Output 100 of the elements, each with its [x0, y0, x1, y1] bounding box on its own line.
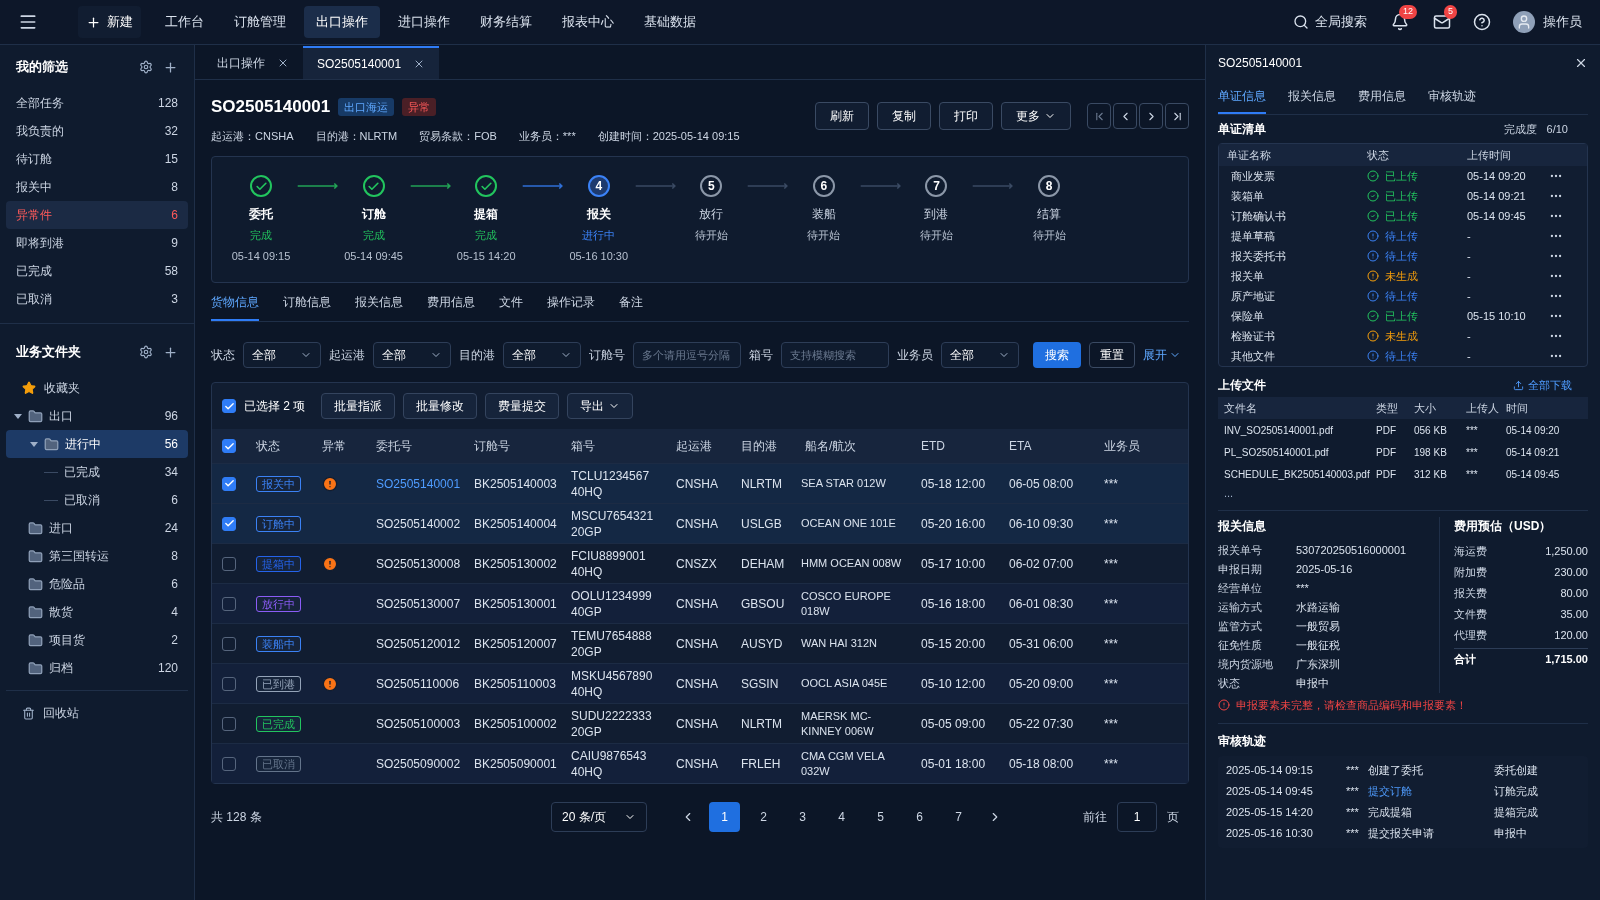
page-button[interactable]: 4 [826, 802, 857, 832]
page-button[interactable]: 7 [943, 802, 974, 832]
new-button[interactable]: 新建 [78, 6, 141, 38]
detail-tab[interactable]: 备注 [619, 289, 643, 321]
detail-tab[interactable]: 订舱信息 [283, 289, 331, 321]
settings-icon[interactable] [139, 345, 153, 359]
row-checkbox[interactable] [222, 556, 236, 571]
search-button[interactable]: 搜索 [1033, 342, 1081, 368]
filter-item[interactable]: 已取消 3 [6, 285, 188, 313]
add-icon[interactable] [163, 344, 178, 360]
search-icon[interactable] [1293, 14, 1309, 30]
avatar-icon[interactable] [1513, 11, 1535, 33]
select-field[interactable]: 全部 [373, 342, 451, 368]
row-checkbox[interactable] [222, 636, 236, 651]
expand-link[interactable]: 展开 [1143, 346, 1181, 364]
page-tab[interactable]: 出口操作 [203, 46, 303, 79]
global-search-link[interactable]: 全局搜索 [1315, 12, 1367, 32]
row-checkbox[interactable] [222, 676, 236, 691]
panel-tab[interactable]: 费用信息 [1358, 81, 1406, 114]
close-icon[interactable] [1574, 56, 1588, 70]
action-link[interactable]: 提交订舱 [1368, 783, 1494, 800]
batch-button[interactable]: 批量指派 [321, 393, 396, 419]
page-button[interactable]: 3 [787, 802, 818, 832]
filter-item[interactable]: 全部任务 128 [6, 89, 188, 117]
action-button[interactable]: 打印 [939, 102, 993, 130]
batch-button[interactable]: 费量提交 [485, 393, 560, 419]
nav-item[interactable]: 出口操作 [304, 6, 380, 38]
download-all-link[interactable]: 全部下载 [1513, 376, 1572, 394]
folder-item[interactable]: 进口 24 [6, 514, 188, 542]
input-field[interactable]: 多个请用逗号分隔 [633, 342, 741, 368]
filter-item[interactable]: 异常件 6 [6, 201, 188, 229]
row-checkbox[interactable] [222, 716, 236, 731]
folder-item[interactable]: 进行中 56 [6, 430, 188, 458]
checkbox[interactable] [222, 399, 236, 413]
folder-item[interactable]: 散货 4 [6, 598, 188, 626]
panel-tab[interactable]: 单证信息 [1218, 81, 1266, 114]
notification-icon[interactable] [1391, 13, 1409, 31]
select-field[interactable]: 全部 [941, 342, 1019, 368]
detail-tab[interactable]: 货物信息 [211, 289, 259, 321]
caret-icon[interactable] [14, 412, 22, 420]
previous-button[interactable] [1113, 103, 1137, 129]
export-button[interactable]: 导出 [567, 393, 634, 419]
reset-button[interactable]: 重置 [1089, 342, 1135, 368]
last-page-button[interactable] [1165, 103, 1189, 129]
detail-tab[interactable]: 报关信息 [355, 289, 403, 321]
menu-icon[interactable] [18, 12, 38, 32]
filter-item[interactable]: 已完成 58 [6, 257, 188, 285]
mail-icon[interactable] [1433, 13, 1451, 31]
action-button[interactable]: 复制 [877, 102, 931, 130]
panel-tab[interactable]: 报关信息 [1288, 81, 1336, 114]
help-icon[interactable] [1473, 13, 1491, 31]
panel-tab[interactable]: 审核轨迹 [1428, 81, 1476, 114]
user-name[interactable]: 操作员 [1543, 12, 1582, 32]
folder-item[interactable]: 出口 96 [6, 402, 188, 430]
nav-item[interactable]: 订舱管理 [222, 6, 298, 38]
first-page-button[interactable] [1087, 103, 1111, 129]
row-checkbox[interactable] [222, 516, 236, 531]
select-all-checkbox[interactable] [222, 439, 236, 453]
caret-icon[interactable] [30, 440, 38, 448]
settings-icon[interactable] [139, 60, 153, 74]
filter-item[interactable]: 即将到港 9 [6, 229, 188, 257]
folder-item[interactable]: 已完成 34 [6, 458, 188, 486]
folder-item[interactable]: 第三国转运 8 [6, 542, 188, 570]
file-name[interactable]: PL_SO2505140001.pdf [1224, 444, 1376, 460]
filter-item[interactable]: 报关中 8 [6, 173, 188, 201]
detail-tab[interactable]: 文件 [499, 289, 523, 321]
page-size-select[interactable]: 20 条/页 [551, 802, 647, 832]
page-button[interactable]: 6 [904, 802, 935, 832]
input-field[interactable]: 支持模糊搜索 [781, 342, 889, 368]
file-name[interactable]: SCHEDULE_BK2505140003.pdf [1224, 466, 1376, 482]
filter-item[interactable]: 待订舱 15 [6, 145, 188, 173]
nav-item[interactable]: 进口操作 [386, 6, 462, 38]
select-field[interactable]: 全部 [503, 342, 581, 368]
row-checkbox[interactable] [222, 596, 236, 611]
table-row[interactable]: 放行中 SO2505130007 BK2505130001 OOLU1234999 40GP CNSHA GBSOU COSCO EUROPE 018W 05-16 18:00 06-01 08:30 *** [212, 583, 1188, 623]
table-row[interactable]: 订舱中 SO2505140002 BK2505140004 MSCU7654321 20GP CNSHA USLGB OCEAN ONE 101E 05-20 16:00 06-10 09:30 *** [212, 503, 1188, 543]
table-row[interactable]: 报关中 SO2505140001 BK2505140003 TCLU1234567 40HQ CNSHA NLRTM SEA STAR 012W 05-18 12:00 06-05 08:00 *** [212, 463, 1188, 503]
page-button[interactable]: 5 [865, 802, 896, 832]
nav-item[interactable]: 基础数据 [632, 6, 708, 38]
page-tab[interactable]: SO2505140001 [303, 46, 440, 79]
table-row[interactable]: 已取消 SO2505090002 BK2505090001 CAIU9876543 40HQ CNSHA FRLEH CMA CGM VELA 032W 05-01 18:00 05-18 08:00 *** [212, 743, 1188, 783]
select-field[interactable]: 全部 [243, 342, 321, 368]
trash-item[interactable]: 回收站 [6, 699, 188, 727]
nav-item[interactable]: 工作台 [153, 6, 216, 38]
favorites-item[interactable]: 收藏夹 [6, 374, 188, 402]
file-name[interactable]: INV_SO2505140001.pdf [1224, 422, 1376, 438]
goto-field[interactable]: 1 [1117, 802, 1157, 832]
page-button[interactable]: 2 [748, 802, 779, 832]
detail-tab[interactable]: 操作记录 [547, 289, 595, 321]
order-link[interactable]: SO2505140001 [366, 474, 464, 493]
page-button[interactable]: 1 [709, 802, 740, 832]
detail-tab[interactable]: 费用信息 [427, 289, 475, 321]
folder-item[interactable]: 已取消 6 [6, 486, 188, 514]
folder-item[interactable]: 项目货 2 [6, 626, 188, 654]
action-button[interactable]: 刷新 [815, 102, 869, 130]
nav-item[interactable]: 财务结算 [468, 6, 544, 38]
row-checkbox[interactable] [222, 756, 236, 771]
table-row[interactable]: 已到港 SO2505110006 BK2505110003 MSKU4567890 40HQ CNSHA SGSIN OOCL ASIA 045E 05-10 12:00 05-20 09:00 *** [212, 663, 1188, 703]
add-icon[interactable] [163, 59, 178, 75]
batch-button[interactable]: 批量修改 [403, 393, 478, 419]
